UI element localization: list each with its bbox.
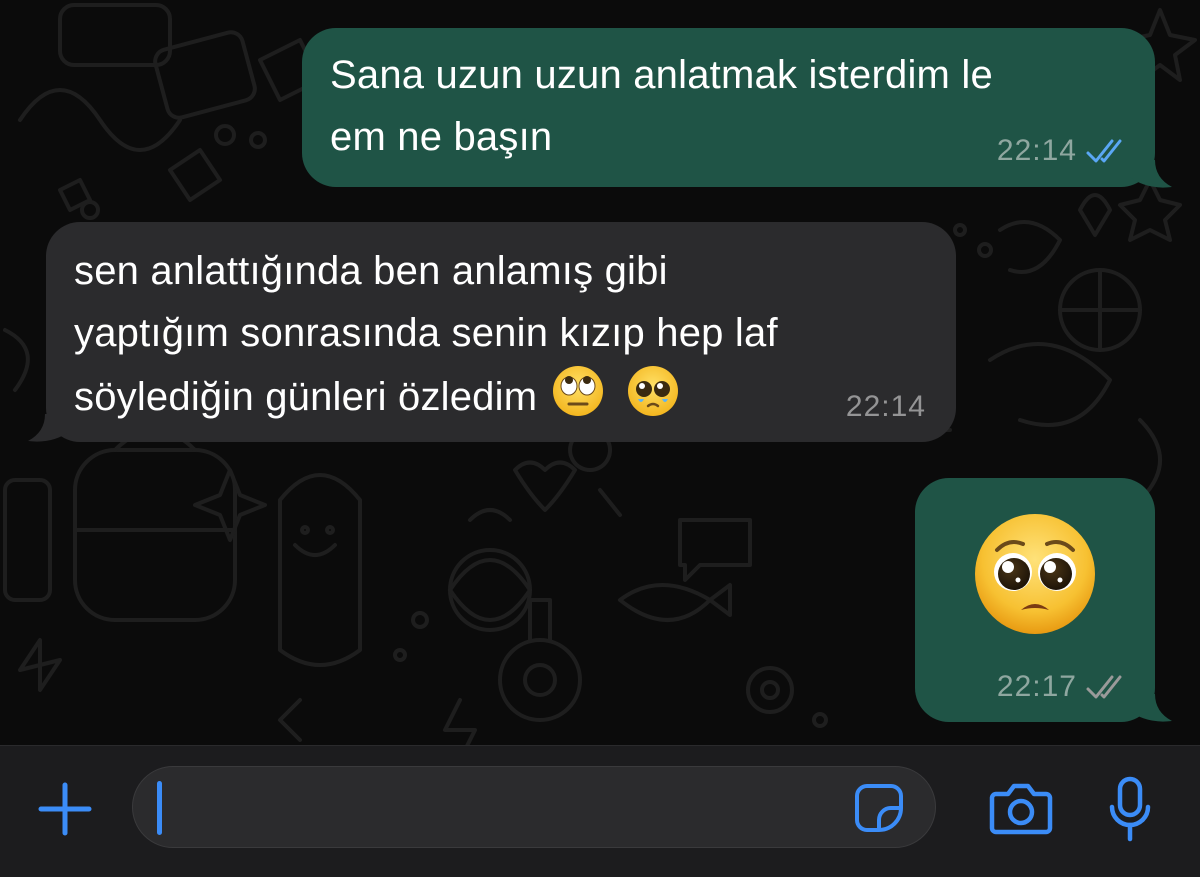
message-text: sen anlattığında ben anlamış gibi yaptığ…: [74, 240, 944, 428]
double-check-icon: [1086, 139, 1122, 163]
pleading-emoji: [627, 366, 678, 416]
message-time: 22:14: [996, 134, 1077, 167]
message-text-fragment: söylediğin günleri özledim: [74, 375, 538, 419]
message-bubble-incoming[interactable]: sen anlattığında ben anlamış gibi yaptığ…: [46, 222, 956, 442]
camera-button[interactable]: [985, 776, 1057, 842]
message-bubble-outgoing-emoji[interactable]: 22:17: [915, 478, 1155, 722]
eye-roll-emoji: [552, 366, 603, 416]
bubble-tail-outgoing: [1130, 160, 1172, 188]
sticker-icon: [855, 784, 903, 832]
message-time: 22:14: [845, 390, 926, 423]
message-input[interactable]: [132, 766, 936, 848]
message-time: 22:17: [996, 670, 1077, 703]
message-bubble-outgoing[interactable]: Sana uzun uzun anlatmak isterdim le em n…: [302, 28, 1155, 187]
camera-icon: [989, 783, 1053, 835]
plus-icon: [38, 782, 92, 836]
message-text-line: Sana uzun uzun anlatmak isterdim le: [330, 53, 993, 97]
message-text-line: söylediğin günleri özledim: [74, 364, 944, 428]
message-text-line: sen anlattığında ben anlamış gibi: [74, 249, 668, 293]
double-check-icon: [1086, 675, 1122, 699]
message-input-bar: [0, 745, 1200, 877]
message-meta: 22:14: [997, 134, 1129, 168]
bubble-tail-outgoing: [1130, 694, 1172, 722]
sticker-button[interactable]: [851, 780, 907, 836]
text-caret: [157, 781, 162, 835]
chat-screen: Sana uzun uzun anlatmak isterdim le em n…: [0, 0, 1200, 877]
bubble-tail-incoming: [28, 414, 70, 442]
pleading-face-emoji: [975, 514, 1095, 634]
microphone-icon: [1109, 776, 1151, 842]
message-meta: 22:14: [846, 390, 926, 424]
voice-message-button[interactable]: [1100, 772, 1160, 848]
message-text-line: yaptığım sonrasında senin kızıp hep laf: [74, 311, 778, 355]
attach-button[interactable]: [32, 776, 98, 842]
message-meta: 22:17: [997, 670, 1129, 704]
